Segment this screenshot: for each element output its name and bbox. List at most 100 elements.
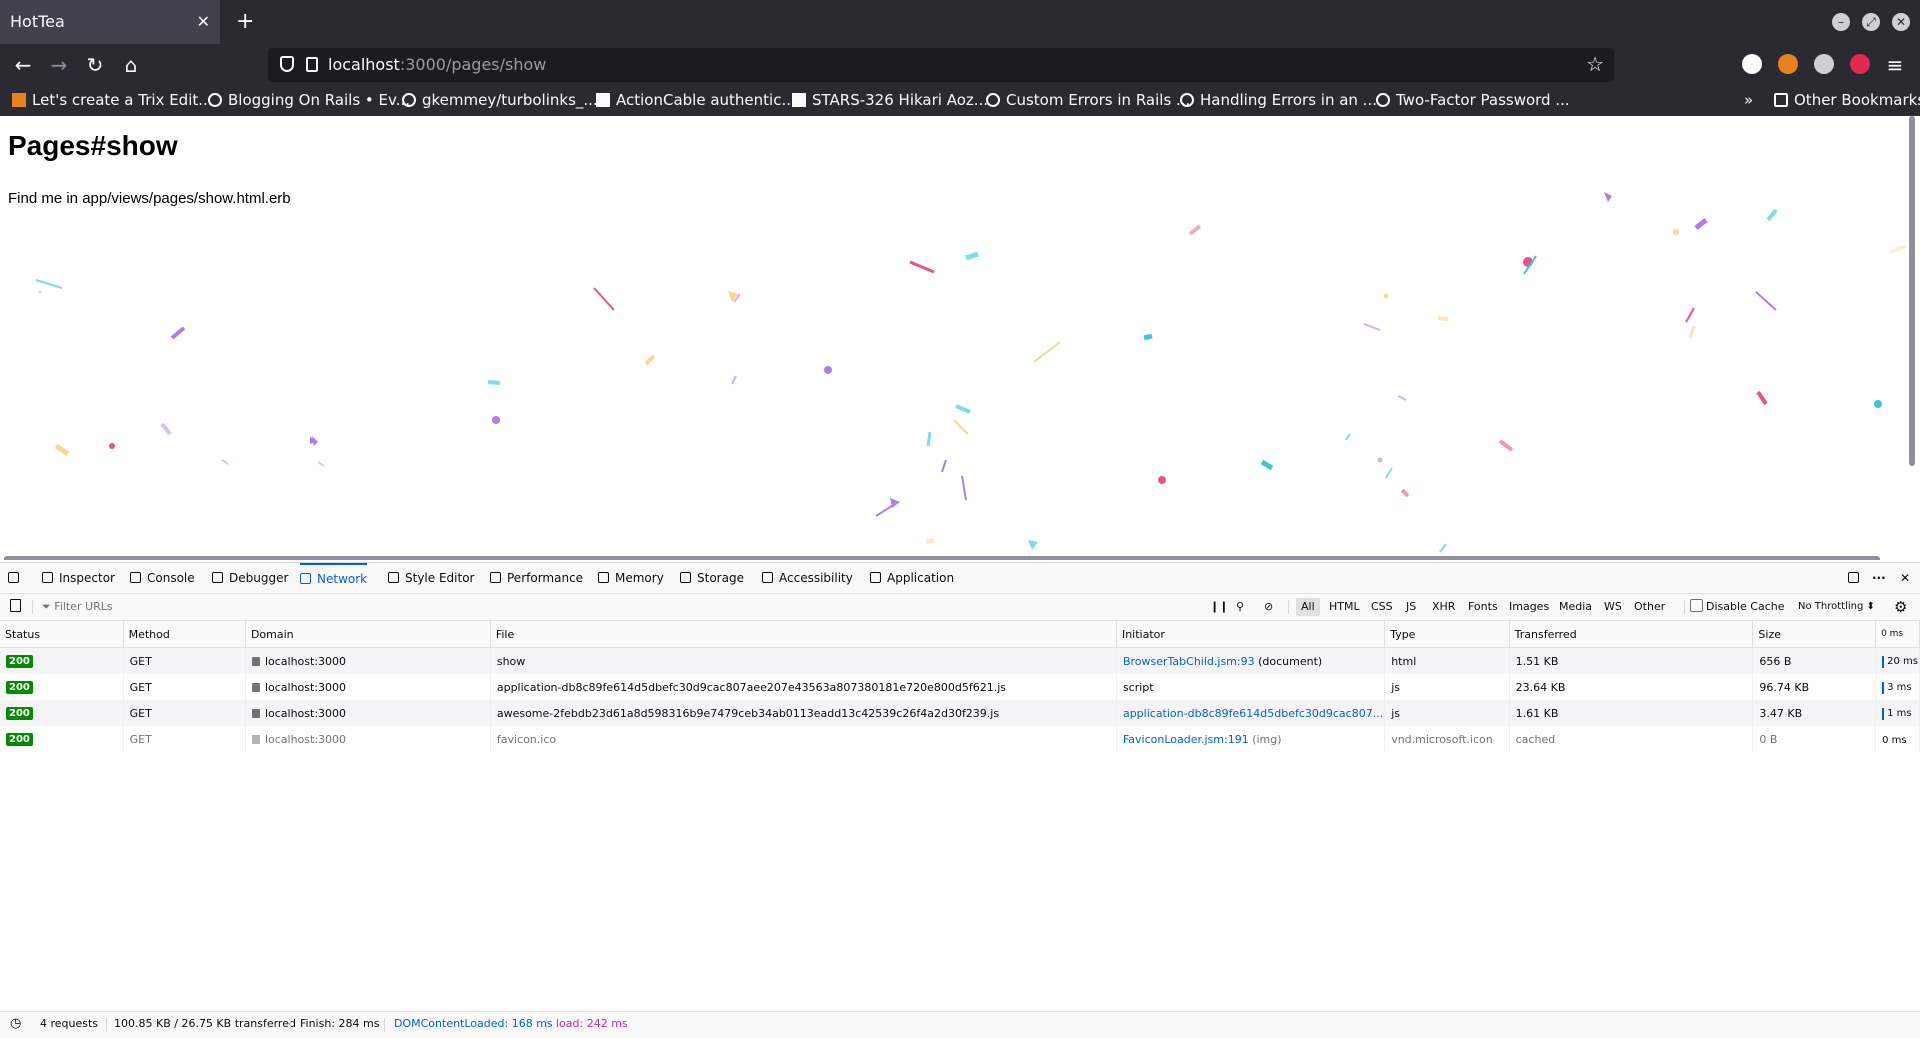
filter-fonts[interactable]: Fonts [1463, 598, 1503, 616]
filter-js[interactable]: JS [1401, 598, 1421, 616]
initiator-cell[interactable]: script [1116, 674, 1386, 700]
tab-debugger[interactable]: Debugger [212, 563, 288, 593]
filter-all[interactable]: All [1296, 598, 1320, 616]
filter-html[interactable]: HTML [1324, 598, 1365, 616]
filter-urls-input[interactable]: ⏷ Filter URLs [42, 594, 113, 620]
vertical-scrollbar[interactable] [1909, 116, 1915, 466]
page-info-icon[interactable] [306, 57, 318, 72]
table-row[interactable]: 200 GET localhost:3000 application-db8c8… [0, 674, 1920, 700]
browser-tab[interactable]: HotTea ✕ [0, 0, 220, 44]
minimize-icon[interactable]: – [1832, 13, 1850, 31]
extension-icon[interactable] [1814, 54, 1834, 74]
filter-other[interactable]: Other [1629, 598, 1670, 616]
bookmark-star-icon[interactable]: ☆ [1586, 52, 1604, 76]
bookmark-item[interactable]: ActionCable authentic... [596, 86, 796, 114]
menu-icon[interactable]: ≡ [1882, 52, 1908, 78]
filter-images[interactable]: Images [1504, 598, 1554, 616]
column-header[interactable]: 0 ms [1875, 621, 1920, 648]
throttling-select[interactable]: No Throttling ⬍ [1798, 594, 1875, 620]
disable-cache-checkbox[interactable]: Disable Cache [1690, 594, 1785, 620]
other-bookmarks[interactable]: Other Bookmarks [1774, 86, 1920, 114]
trash-icon[interactable] [10, 599, 21, 612]
bookmarks-toolbar: Let's create a Trix Edit... Blogging On … [0, 86, 1920, 116]
checkbox-box [1690, 599, 1703, 612]
navigation-toolbar: ← → ↻ ⌂ localhost:3000/pages/show ☆ ≡ [0, 44, 1920, 86]
reload-icon[interactable]: ↻ [82, 52, 108, 78]
more-bookmarks-icon[interactable]: » [1744, 86, 1753, 114]
page-text: Find me in app/views/pages/show.html.erb [8, 190, 291, 207]
close-tab-icon[interactable]: ✕ [197, 0, 210, 44]
status-badge: 200 [6, 707, 33, 720]
search-icon[interactable]: ⚲ [1236, 594, 1244, 620]
column-header[interactable]: Transferred [1509, 621, 1754, 648]
bookmark-item[interactable]: STARS-326 Hikari Aoz... [792, 86, 988, 114]
table-row[interactable]: 200 GET localhost:3000 favicon.ico Favic… [0, 726, 1920, 752]
table-row[interactable]: 200 GET localhost:3000 show BrowserTabCh… [0, 647, 1920, 674]
tab-memory[interactable]: Memory [598, 563, 664, 593]
settings-gear-icon[interactable]: ⚙ [1894, 594, 1907, 620]
pause-icon[interactable]: ❙❙ [1210, 594, 1228, 620]
column-header[interactable]: Size [1752, 621, 1877, 648]
block-icon[interactable]: ⊘ [1264, 594, 1273, 620]
bookmark-item[interactable]: Blogging On Rails • Ev... [208, 86, 410, 114]
file-cell: awesome-2febdb23d61a8d598316b9e7479ceb34… [490, 700, 1117, 726]
initiator-cell[interactable]: application-db8c89fe614d5dbefc30d9cac807… [1116, 700, 1386, 726]
github-icon [402, 93, 416, 107]
table-row[interactable]: 200 GET localhost:3000 awesome-2febdb23d… [0, 700, 1920, 726]
tab-storage[interactable]: Storage [680, 563, 744, 593]
style-editor-icon [388, 572, 399, 583]
inspector-icon [42, 572, 53, 583]
horizontal-scrollbar[interactable] [4, 556, 1880, 560]
waterfall-cell: 20 ms [1875, 647, 1920, 674]
tab-application[interactable]: Application [870, 563, 954, 593]
window-close-icon[interactable]: ✕ [1892, 13, 1910, 31]
filter-css[interactable]: CSS [1366, 598, 1398, 616]
size-cell: 3.47 KB [1752, 700, 1877, 726]
type-cell: js [1384, 674, 1510, 700]
initiator-cell[interactable]: FaviconLoader.jsm:191 (img) [1116, 726, 1386, 752]
bookmark-item[interactable]: Two-Factor Password ... [1376, 86, 1570, 114]
filter-media[interactable]: Media [1554, 598, 1597, 616]
column-header[interactable]: Domain [245, 621, 491, 648]
tab-accessibility[interactable]: Accessibility [762, 563, 853, 593]
extension-t-icon[interactable] [1742, 54, 1762, 74]
maximize-icon[interactable]: ⤢ [1862, 13, 1880, 31]
confetti-pieces [35, 192, 1907, 553]
filter-ws[interactable]: WS [1599, 598, 1627, 616]
bookmark-item[interactable]: Let's create a Trix Edit... [12, 86, 213, 114]
metamask-icon[interactable] [1778, 54, 1798, 74]
tab-network[interactable]: Network [300, 563, 368, 593]
column-header[interactable]: File [490, 621, 1117, 648]
tab-performance[interactable]: Performance [490, 563, 583, 593]
column-header[interactable]: Initiator [1116, 621, 1386, 648]
more-options-icon[interactable]: ··· [1872, 563, 1886, 593]
close-devtools-icon[interactable]: ✕ [1900, 563, 1910, 593]
home-icon[interactable]: ⌂ [118, 52, 144, 78]
performance-analysis-icon[interactable]: ◷ [10, 1012, 21, 1036]
column-header[interactable]: Method [123, 621, 246, 648]
tab-style-editor[interactable]: Style Editor [388, 563, 474, 593]
request-count: 4 requests [40, 1017, 99, 1030]
page-heading: Pages#show [8, 130, 178, 161]
forward-icon[interactable]: → [46, 52, 72, 78]
bookmark-item[interactable]: gkemmey/turbolinks_... [402, 86, 598, 114]
password-manager-icon[interactable] [1850, 54, 1870, 74]
element-picker-icon[interactable] [8, 563, 19, 593]
tab-console[interactable]: Console [130, 563, 195, 593]
column-header[interactable]: Type [1384, 621, 1510, 648]
method-cell: GET [123, 674, 246, 700]
url-text[interactable]: localhost:3000/pages/show [328, 48, 546, 82]
address-bar[interactable]: localhost:3000/pages/show ☆ [268, 48, 1614, 82]
back-icon[interactable]: ← [10, 52, 36, 78]
lock-icon [251, 734, 260, 744]
bookmark-item[interactable]: Handling Errors in an ... [1180, 86, 1377, 114]
tracking-protection-icon[interactable] [280, 56, 294, 72]
initiator-cell[interactable]: BrowserTabChild.jsm:93 (document) [1116, 647, 1386, 674]
tab-inspector[interactable]: Inspector [42, 563, 115, 593]
status-badge: 200 [6, 681, 33, 694]
filter-xhr[interactable]: XHR [1427, 598, 1460, 616]
dock-side-icon[interactable] [1848, 563, 1859, 593]
column-header[interactable]: Status [0, 621, 124, 648]
bookmark-item[interactable]: Custom Errors in Rails ... [986, 86, 1190, 114]
new-tab-icon[interactable]: + [236, 0, 254, 44]
